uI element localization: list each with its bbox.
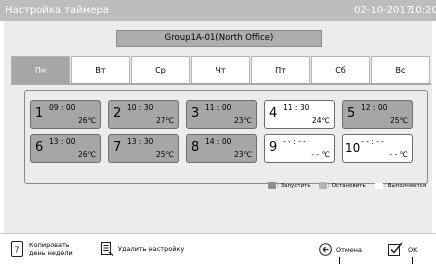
schedule-slot-4[interactable]: 4 11 : 30 24℃ — [264, 100, 335, 129]
slot-temperature: 27℃ — [156, 116, 174, 125]
schedule-slot-10[interactable]: 10 - - : - - - - ℃ — [342, 134, 413, 163]
tab-thursday[interactable]: Чт — [191, 56, 250, 83]
slot-number: 4 — [269, 106, 278, 121]
cancel-label: Отмена — [336, 246, 363, 254]
checkmark-icon — [388, 242, 403, 256]
page-title: Настройка таймера — [5, 5, 109, 16]
schedule-slot-8[interactable]: 8 14 : 00 23℃ — [186, 134, 257, 163]
title-bar: Настройка таймера 02-10-2017 10:20 — [0, 0, 436, 21]
tab-monday[interactable]: Пн — [11, 56, 70, 83]
group-selector[interactable]: Group1A-01(North Office) — [116, 30, 322, 47]
schedule-slot-5[interactable]: 5 12 : 00 25℃ — [342, 100, 413, 129]
slot-temperature: 26℃ — [78, 116, 96, 125]
slot-time: 11 : 30 — [283, 103, 310, 112]
undo-arrow-icon — [319, 243, 332, 256]
slot-number: 1 — [35, 106, 44, 121]
legend-running-label: : Выполняется — [384, 183, 427, 189]
slot-time: - - : - - — [283, 137, 306, 146]
ok-label: OK — [408, 246, 418, 254]
time-display: 10:20 — [409, 5, 436, 16]
slot-number: 7 — [113, 140, 122, 155]
tab-friday[interactable]: Пт — [251, 56, 310, 83]
legend-running-swatch — [375, 182, 383, 189]
slot-temperature: 23℃ — [234, 150, 252, 159]
slot-number: 6 — [35, 140, 44, 155]
schedule-slot-6[interactable]: 6 13 : 00 26℃ — [30, 134, 101, 163]
slot-time: 13 : 00 — [49, 137, 76, 146]
legend-running: : Выполняется — [375, 182, 426, 190]
content-area: Group1A-01(North Office) Пн Вт Ср Чт Пт … — [4, 21, 432, 233]
svg-text:7: 7 — [14, 246, 19, 255]
slot-time: 13 : 30 — [127, 137, 154, 146]
slot-temperature: 25℃ — [156, 150, 174, 159]
schedule-slot-7[interactable]: 7 13 : 30 25℃ — [108, 134, 179, 163]
day-tabs: Пн Вт Ср Чт Пт Сб Вс — [11, 56, 431, 84]
slot-number: 10 — [345, 141, 361, 155]
slot-temperature: 23℃ — [234, 116, 252, 125]
slot-number: 2 — [113, 106, 122, 121]
slot-number: 3 — [191, 106, 200, 121]
tab-underline — [11, 83, 431, 85]
slot-time: 09 : 00 — [49, 103, 76, 112]
slot-number: 8 — [191, 140, 200, 155]
slot-number: 5 — [347, 106, 356, 121]
ok-button[interactable]: OK — [386, 234, 426, 264]
schedule-slot-2[interactable]: 2 10 : 30 27℃ — [108, 100, 179, 129]
tab-wednesday[interactable]: Ср — [131, 56, 190, 83]
legend-stop-label: : Остановить — [328, 183, 366, 189]
cancel-pointer-marker — [339, 257, 340, 264]
legend-start-label: : Запустить — [277, 183, 311, 189]
slot-temperature: 24℃ — [312, 116, 330, 125]
slot-number: 9 — [269, 140, 278, 155]
delete-list-icon — [101, 242, 114, 256]
slot-temperature: - - ℃ — [389, 150, 408, 159]
ok-pointer-marker — [412, 257, 413, 264]
slot-temperature: 26℃ — [78, 150, 96, 159]
tab-tuesday[interactable]: Вт — [71, 56, 130, 83]
bottom-toolbar: 7 Копировать день недели Удалить настрой… — [0, 233, 436, 264]
legend-start: : Запустить — [268, 182, 311, 190]
tab-sunday[interactable]: Вс — [371, 56, 430, 83]
copy-day-label-line1: Копировать — [29, 241, 70, 249]
slot-temperature: 25℃ — [390, 116, 408, 125]
slot-time: 11 : 00 — [205, 103, 232, 112]
slot-time: - - : - - — [361, 137, 384, 146]
slot-time: 12 : 00 — [361, 103, 388, 112]
copy-day-icon: 7 — [11, 241, 23, 257]
schedule-slot-1[interactable]: 1 09 : 00 26℃ — [30, 100, 101, 129]
delete-setting-button[interactable]: Удалить настройку — [96, 234, 196, 264]
slot-temperature: - - ℃ — [311, 150, 330, 159]
tab-saturday[interactable]: Сб — [311, 56, 370, 83]
delete-setting-label: Удалить настройку — [118, 245, 185, 253]
legend-stop: : Остановить — [319, 182, 366, 190]
copy-day-label-line2: день недели — [29, 249, 73, 257]
slot-time: 14 : 00 — [205, 137, 232, 146]
slot-time: 10 : 30 — [127, 103, 154, 112]
timer-settings-screen: Настройка таймера 02-10-2017 10:20 Group… — [0, 0, 436, 264]
schedule-slot-9[interactable]: 9 - - : - - - - ℃ — [264, 134, 335, 163]
legend-stop-swatch — [319, 182, 327, 189]
copy-day-button[interactable]: 7 Копировать день недели — [2, 234, 92, 264]
cancel-button[interactable]: Отмена — [318, 234, 368, 264]
date-display: 02-10-2017 — [354, 5, 413, 16]
legend-start-swatch — [268, 182, 276, 189]
schedule-panel: 1 09 : 00 26℃ 2 10 : 30 27℃ 3 11 : 00 23… — [24, 90, 428, 184]
schedule-slot-3[interactable]: 3 11 : 00 23℃ — [186, 100, 257, 129]
